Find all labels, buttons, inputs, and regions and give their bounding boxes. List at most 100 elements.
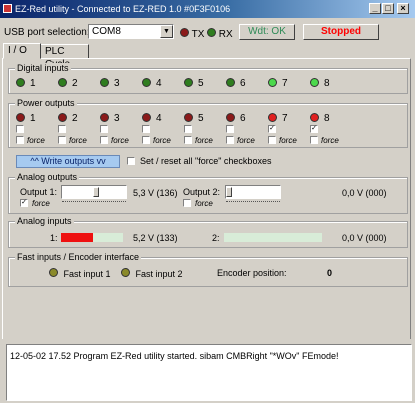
power-output-5-force-label: force	[195, 136, 213, 145]
input1-label: 1:	[50, 233, 58, 243]
title-bar: EZ-Red utility - Connected to EZ-RED 1.0…	[0, 0, 415, 18]
power-output-6-force-label: force	[237, 136, 255, 145]
power-output-8-led-icon	[310, 113, 319, 122]
digital-input-7-label: 7	[282, 78, 288, 89]
power-output-3-checkbox[interactable]	[100, 125, 108, 133]
input2-label: 2:	[212, 233, 220, 243]
wdt-status-button[interactable]: Wdt: OK	[239, 24, 295, 40]
input1-level-bar	[61, 233, 123, 242]
fast-input-2: Fast input 2	[121, 268, 183, 279]
maximize-button[interactable]: □	[382, 3, 394, 14]
output2-label: Output 2:	[183, 187, 221, 197]
set-reset-force-label: Set / reset all "force" checkboxes	[140, 156, 272, 166]
digital-input-1-label: 1	[30, 78, 36, 89]
power-output-4-force-label: force	[153, 136, 171, 145]
digital-input-2-led-icon	[58, 78, 67, 87]
tab-plc-cycle[interactable]: PLC Cycle	[40, 44, 89, 70]
write-outputs-button[interactable]: ^^ Write outputs vv	[16, 155, 120, 168]
digital-input-4-label: 4	[156, 78, 162, 89]
power-output-6-checkbox[interactable]	[226, 125, 234, 133]
encoder-position-value: 0	[327, 268, 333, 278]
input2-value: 0,0 V (000)	[342, 233, 387, 243]
power-output-4-force-checkbox[interactable]	[142, 136, 150, 144]
output1-slider-ticks	[62, 197, 126, 202]
digital-input-1-led-icon	[16, 78, 25, 87]
digital-input-2-label: 2	[72, 78, 78, 89]
power-output-3-force-checkbox[interactable]	[100, 136, 108, 144]
fast-input-2-label: Fast input 2	[135, 269, 183, 279]
app-icon	[3, 4, 12, 13]
stopped-button[interactable]: Stopped	[303, 24, 379, 40]
digital-input-4-led-icon	[142, 78, 151, 87]
power-output-4-led-icon	[142, 113, 151, 122]
power-output-5-force-checkbox[interactable]	[184, 136, 192, 144]
chevron-down-icon[interactable]: ▼	[160, 25, 173, 38]
power-output-6-led-icon	[226, 113, 235, 122]
power-output-8-label: 8	[324, 113, 330, 124]
output1-value: 5,3 V (136)	[133, 188, 178, 198]
digital-input-3-led-icon	[100, 78, 109, 87]
close-button[interactable]: ×	[397, 3, 409, 14]
output1-force-checkbox[interactable]: ✓	[20, 199, 28, 207]
power-output-1-force-checkbox[interactable]	[16, 136, 24, 144]
power-output-5-led-icon	[184, 113, 193, 122]
analog-inputs-title: Analog inputs	[15, 216, 74, 226]
rx-indicator: RX	[207, 28, 233, 40]
power-output-2-force-label: force	[69, 136, 87, 145]
power-output-2-label: 2	[72, 113, 78, 124]
set-reset-force-checkbox[interactable]	[127, 157, 135, 165]
digital-input-3-label: 3	[114, 78, 120, 89]
input1-level-fill	[61, 233, 93, 242]
minimize-button[interactable]: _	[369, 3, 381, 14]
power-output-8-force-checkbox[interactable]	[310, 136, 318, 144]
output2-slider-ticks	[226, 197, 280, 202]
power-output-2-force-checkbox[interactable]	[58, 136, 66, 144]
digital-input-6-label: 6	[240, 78, 246, 89]
power-output-7-label: 7	[282, 113, 288, 124]
power-output-8-force-label: force	[321, 136, 339, 145]
power-output-1-checkbox[interactable]	[16, 125, 24, 133]
input1-value: 5,2 V (133)	[133, 233, 178, 243]
log-line: 12-05-02 17.52 Program EZ-Red utility st…	[10, 351, 339, 361]
digital-inputs-title: Digital inputs	[15, 63, 71, 73]
power-output-5-label: 5	[198, 113, 204, 124]
tx-led-icon	[180, 28, 189, 37]
tx-label: TX	[191, 29, 205, 40]
rx-led-icon	[207, 28, 216, 37]
digital-input-8-label: 8	[324, 78, 330, 89]
power-output-3-label: 3	[114, 113, 120, 124]
fast-input-1-led-icon	[49, 268, 58, 277]
output2-slider-thumb[interactable]	[226, 187, 232, 197]
fast-input-1: Fast input 1	[49, 268, 111, 279]
power-output-6-force-checkbox[interactable]	[226, 136, 234, 144]
input2-level-bar	[224, 233, 322, 242]
digital-inputs-group: Digital inputs	[8, 63, 408, 94]
power-output-1-label: 1	[30, 113, 36, 124]
power-output-7-force-checkbox[interactable]	[268, 136, 276, 144]
power-output-6-label: 6	[240, 113, 246, 124]
digital-input-7-led-icon	[268, 78, 277, 87]
power-output-3-led-icon	[100, 113, 109, 122]
window-title: EZ-Red utility - Connected to EZ-RED 1.0…	[15, 4, 231, 14]
power-output-2-led-icon	[58, 113, 67, 122]
power-output-1-force-label: force	[27, 136, 45, 145]
output1-slider-thumb[interactable]	[93, 187, 99, 197]
digital-input-5-label: 5	[198, 78, 204, 89]
power-output-4-checkbox[interactable]	[142, 125, 150, 133]
power-output-1-led-icon	[16, 113, 25, 122]
rx-label: RX	[218, 29, 233, 40]
output1-label: Output 1:	[20, 187, 58, 197]
power-output-7-checkbox[interactable]: ✓	[268, 125, 276, 133]
tab-io[interactable]: I / O	[3, 43, 41, 59]
log-textbox[interactable]: 12-05-02 17.52 Program EZ-Red utility st…	[6, 344, 412, 401]
power-outputs-title: Power outputs	[15, 98, 77, 108]
digital-input-6-led-icon	[226, 78, 235, 87]
power-output-8-checkbox[interactable]: ✓	[310, 125, 318, 133]
usb-port-select[interactable]: COM8 ▼	[88, 24, 174, 39]
output2-force-checkbox[interactable]	[183, 199, 191, 207]
power-output-2-checkbox[interactable]	[58, 125, 66, 133]
power-output-7-led-icon	[268, 113, 277, 122]
output1-force-label: force	[32, 199, 50, 208]
power-output-5-checkbox[interactable]	[184, 125, 192, 133]
encoder-position-label: Encoder position:	[217, 268, 287, 278]
